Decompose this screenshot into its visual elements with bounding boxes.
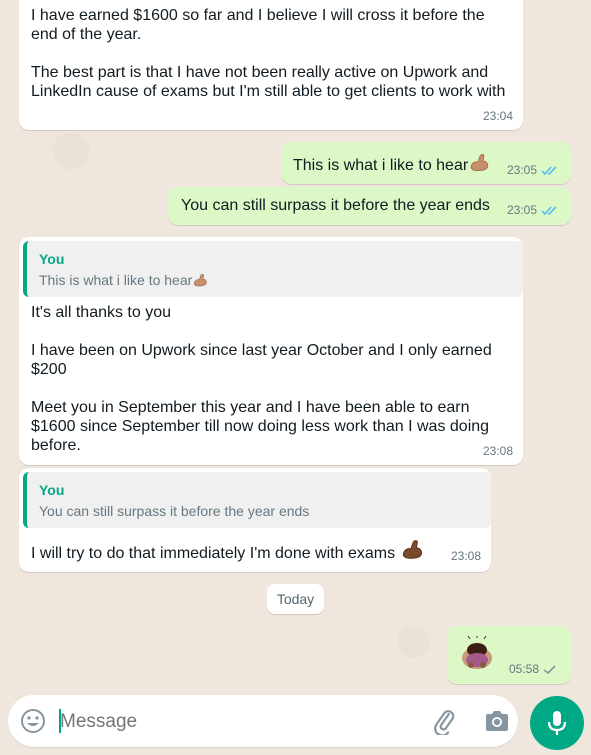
flexed-biceps-icon xyxy=(402,540,422,559)
message-time: 23:08 xyxy=(482,444,513,458)
message-text: I have earned $1600 so far and I believe… xyxy=(31,7,506,100)
message-incoming[interactable]: You You can still surpass it before the … xyxy=(19,468,491,572)
read-ticks-icon xyxy=(541,206,557,216)
quoted-text: This is what i like to hear xyxy=(39,271,208,290)
flexed-biceps-icon xyxy=(194,274,207,287)
read-ticks-icon xyxy=(541,166,557,176)
message-time: 23:08 xyxy=(450,549,481,563)
message-time: 23:04 xyxy=(482,109,513,123)
sent-tick-icon xyxy=(543,665,556,675)
message-text: You can still surpass it before the year… xyxy=(181,197,490,214)
quoted-text: You can still surpass it before the year… xyxy=(39,503,310,519)
camera-icon[interactable] xyxy=(483,708,511,734)
attach-icon[interactable] xyxy=(430,707,458,735)
message-outgoing[interactable]: This is what i like to hear 23:05 xyxy=(281,142,571,184)
message-incoming[interactable]: You This is what i like to hear It's all… xyxy=(19,237,523,465)
mic-icon xyxy=(547,711,567,735)
emoji-icon[interactable] xyxy=(20,708,46,734)
message-composer[interactable] xyxy=(8,695,518,747)
message-input[interactable] xyxy=(58,707,382,737)
message-outgoing[interactable]: 05:58 xyxy=(447,626,571,684)
message-time: 05:58 xyxy=(509,660,557,679)
message-time: 23:05 xyxy=(507,161,559,180)
message-time: 23:05 xyxy=(507,201,559,220)
message-text: It's all thanks to you I have been on Up… xyxy=(31,304,492,454)
message-text: This is what i like to hear xyxy=(293,153,490,175)
date-divider: Today xyxy=(267,584,324,614)
flexed-biceps-icon xyxy=(470,154,489,171)
voice-record-button[interactable] xyxy=(530,696,584,750)
message-incoming[interactable]: I have earned $1600 so far and I believe… xyxy=(19,0,523,130)
quoted-message[interactable]: You You can still surpass it before the … xyxy=(23,472,491,528)
message-text: I will try to do that immediately I'm do… xyxy=(31,539,424,563)
message-outgoing[interactable]: You can still surpass it before the year… xyxy=(168,187,571,225)
quoted-author: You xyxy=(39,482,65,498)
person-bowing-icon xyxy=(462,636,492,669)
quoted-message[interactable]: You This is what i like to hear xyxy=(23,241,523,297)
quoted-author: You xyxy=(39,251,65,267)
